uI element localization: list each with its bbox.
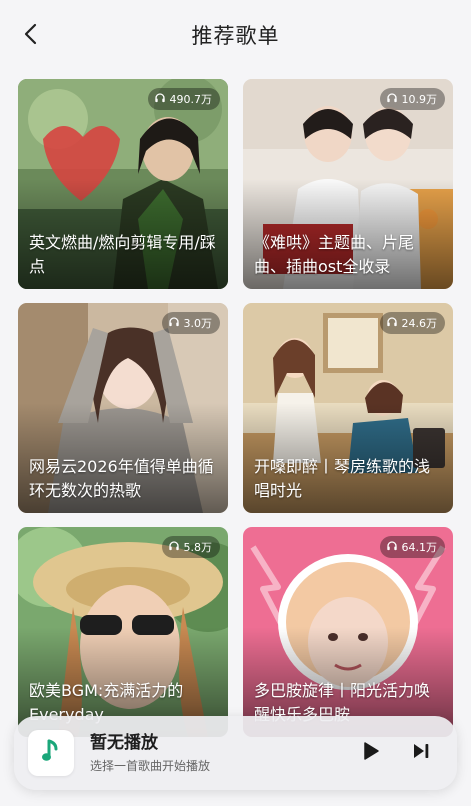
top-bar: 推荐歌单 <box>0 0 471 70</box>
playlist-card[interactable]: 24.6万 开嗓即醉丨琴房练歌的浅唱时光 <box>243 303 453 513</box>
headphones-icon <box>386 316 398 331</box>
page-title: 推荐歌单 <box>191 24 280 48</box>
playlist-title: 网易云2026年值得单曲循环无数次的热歌 <box>29 457 214 500</box>
play-button[interactable] <box>351 733 391 773</box>
player-subtitle: 选择一首歌曲开始播放 <box>90 759 211 773</box>
player-title: 暂无播放 <box>90 733 158 753</box>
headphones-icon <box>154 92 166 107</box>
play-count: 64.1万 <box>401 541 438 554</box>
playlist-title: 英文燃曲/燃向剪辑专用/踩点 <box>29 233 216 276</box>
player-info: 暂无播放 选择一首歌曲开始播放 <box>90 732 351 774</box>
playlist-card[interactable]: 490.7万 英文燃曲/燃向剪辑专用/踩点 <box>18 79 228 289</box>
playlist-title: 《难哄》主题曲、片尾曲、插曲ost全收录 <box>254 233 415 276</box>
play-count: 3.0万 <box>183 317 213 330</box>
music-note-icon <box>40 738 62 768</box>
playlist-title: 开嗓即醉丨琴房练歌的浅唱时光 <box>254 457 431 500</box>
play-count: 10.9万 <box>401 93 438 106</box>
playlist-card[interactable]: 10.9万 《难哄》主题曲、片尾曲、插曲ost全收录 <box>243 79 453 289</box>
mini-player[interactable]: 暂无播放 选择一首歌曲开始播放 <box>14 716 457 790</box>
play-count: 24.6万 <box>401 317 438 330</box>
player-cover <box>28 730 74 776</box>
play-count: 5.8万 <box>183 541 213 554</box>
playlist-card[interactable]: 3.0万 网易云2026年值得单曲循环无数次的热歌 <box>18 303 228 513</box>
headphones-icon <box>168 540 180 555</box>
playlist-grid: 490.7万 英文燃曲/燃向剪辑专用/踩点 10.9万 《难哄》主题曲、片尾曲、… <box>18 79 453 737</box>
play-count-badge: 24.6万 <box>379 312 445 334</box>
back-button[interactable] <box>14 19 48 53</box>
play-count-badge: 3.0万 <box>161 312 220 334</box>
play-count-badge: 10.9万 <box>379 88 445 110</box>
playlist-card[interactable]: 64.1万 多巴胺旋律丨阳光活力唤醒快乐多巴胺 <box>243 527 453 737</box>
next-button[interactable] <box>401 733 441 773</box>
headphones-icon <box>386 92 398 107</box>
play-count-badge: 64.1万 <box>379 536 445 558</box>
skip-next-icon <box>411 741 431 765</box>
headphones-icon <box>168 316 180 331</box>
chevron-left-icon <box>21 23 41 49</box>
play-count: 490.7万 <box>169 93 213 106</box>
play-icon <box>362 741 380 765</box>
play-count-badge: 490.7万 <box>147 88 220 110</box>
headphones-icon <box>386 540 398 555</box>
playlist-card[interactable]: 5.8万 欧美BGM:充满活力的Everyday <box>18 527 228 737</box>
play-count-badge: 5.8万 <box>161 536 220 558</box>
